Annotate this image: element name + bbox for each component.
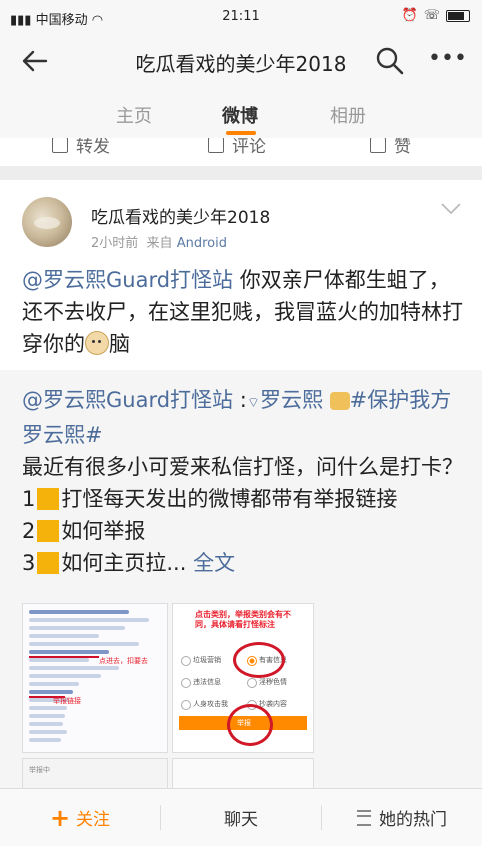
- item3-text: 如何主页拉...: [61, 551, 187, 575]
- status-icons: ⏰ ☏: [402, 8, 470, 23]
- img2-option-d: 淫秽色情: [259, 678, 287, 686]
- item1-number: 1: [22, 487, 36, 511]
- avatar[interactable]: [22, 197, 72, 247]
- repost-image-4[interactable]: [172, 758, 314, 790]
- orange-square-icon: [37, 552, 60, 574]
- previous-post-action-bar: 转发 评论 赞: [0, 138, 482, 166]
- source-prefix: 来自: [146, 236, 173, 251]
- post-username[interactable]: 吃瓜看戏的美少年2018: [91, 203, 270, 228]
- menu-icon: [357, 809, 371, 826]
- post-mention[interactable]: @罗云熙Guard打怪站: [22, 268, 233, 292]
- status-bar: ▮▮▮ 中国移动 ◠ 21:11 ⏰ ☏: [0, 0, 482, 34]
- comment-label: 评论: [232, 138, 266, 157]
- post-time: 2小时前: [91, 236, 139, 251]
- orange-square-icon: [37, 488, 60, 510]
- img3-label: 举报中: [29, 766, 50, 774]
- page-title: 吃瓜看戏的美少年2018: [135, 52, 347, 76]
- item1-text: 打怪每天发出的微博都带有举报链接: [61, 487, 398, 511]
- img1-annotation-2: 举报链接: [53, 697, 81, 705]
- alarm-icon: ⏰: [401, 8, 418, 23]
- post-card: 吃瓜看戏的美少年2018 2小时前 来自 Android @罗云熙Guard打怪…: [0, 180, 482, 370]
- dog-emoji-icon: [85, 331, 109, 355]
- item2-number: 2: [22, 519, 36, 543]
- post-meta: 2小时前 来自 Android: [91, 232, 227, 251]
- follow-button[interactable]: + 关注: [0, 789, 160, 846]
- repost-mention-2[interactable]: 罗云熙: [260, 388, 323, 412]
- hd-call-icon: ☏: [423, 8, 440, 23]
- repost-colon: :: [233, 388, 247, 412]
- tab-home[interactable]: 主页: [116, 102, 152, 128]
- flex-arm-emoji-icon: [329, 392, 350, 410]
- img2-option-a: 垃圾营销: [193, 656, 221, 664]
- tab-album[interactable]: 相册: [330, 102, 366, 128]
- repost-icon: [52, 138, 68, 153]
- link-icon: ⌔: [246, 395, 260, 411]
- chat-button[interactable]: 聊天: [161, 789, 321, 846]
- item3-number: 3: [22, 551, 36, 575]
- img2-annotation: 点击类别，举报类别会有不同，具体请看打怪标注: [195, 610, 291, 629]
- repost-image-3[interactable]: 举报中: [22, 758, 168, 790]
- img2-option-e: 人身攻击我: [193, 700, 228, 708]
- tab-weibo[interactable]: 微博: [222, 102, 258, 128]
- active-tab-indicator: [226, 131, 256, 135]
- repost-line1: 最近有很多小可爱来私信打怪，问什么是打卡？: [22, 455, 463, 479]
- nav-bar: 吃瓜看戏的美少年2018 •••: [0, 34, 482, 88]
- repost-image-1[interactable]: 点进去，扣要去 举报链接: [22, 603, 168, 753]
- chevron-down-icon[interactable]: [440, 202, 462, 216]
- repost-image-2[interactable]: 点击类别，举报类别会有不同，具体请看打怪标注 垃圾营销 有害信息 违法信息 淫秽…: [172, 603, 314, 753]
- comment-button[interactable]: 评论: [208, 138, 266, 157]
- repost-text: @罗云熙Guard打怪站 :⌔罗云熙 #保护我方罗云熙# 最近有很多小可爱来私信…: [22, 384, 470, 579]
- like-icon: [370, 138, 386, 153]
- repost-label: 转发: [76, 138, 110, 157]
- search-icon[interactable]: [375, 46, 405, 76]
- post-body-end: 脑: [109, 332, 130, 356]
- full-text-link[interactable]: 全文: [186, 551, 235, 575]
- like-label: 赞: [394, 138, 411, 157]
- comment-icon: [208, 138, 224, 153]
- post-source[interactable]: Android: [177, 236, 227, 251]
- img1-annotation-1: 点进去，扣要去: [99, 657, 148, 665]
- hot-posts-label: 她的热门: [379, 810, 447, 830]
- repost-mention[interactable]: @罗云熙Guard打怪站: [22, 388, 233, 412]
- post-text: @罗云熙Guard打怪站 你双亲尸体都生蛆了，还不去收尸，在这里犯贱，我冒蓝火的…: [22, 264, 470, 360]
- img2-option-c: 违法信息: [193, 678, 221, 686]
- profile-tabs: 主页 微博 相册: [0, 88, 482, 139]
- chat-label: 聊天: [224, 810, 258, 830]
- plus-icon: +: [49, 803, 71, 832]
- more-icon[interactable]: •••: [428, 46, 467, 76]
- orange-square-icon: [37, 520, 60, 542]
- follow-label: 关注: [76, 810, 111, 830]
- hot-posts-button[interactable]: 她的热门: [322, 789, 482, 846]
- reposted-content[interactable]: @罗云熙Guard打怪站 :⌔罗云熙 #保护我方罗云熙# 最近有很多小可爱来私信…: [0, 370, 482, 790]
- repost-button[interactable]: 转发: [52, 138, 110, 157]
- item2-text: 如何举报: [61, 519, 146, 543]
- like-button[interactable]: 赞: [370, 138, 411, 157]
- bottom-action-bar: + 关注 聊天 她的热门: [0, 788, 482, 846]
- battery-icon: [446, 9, 470, 22]
